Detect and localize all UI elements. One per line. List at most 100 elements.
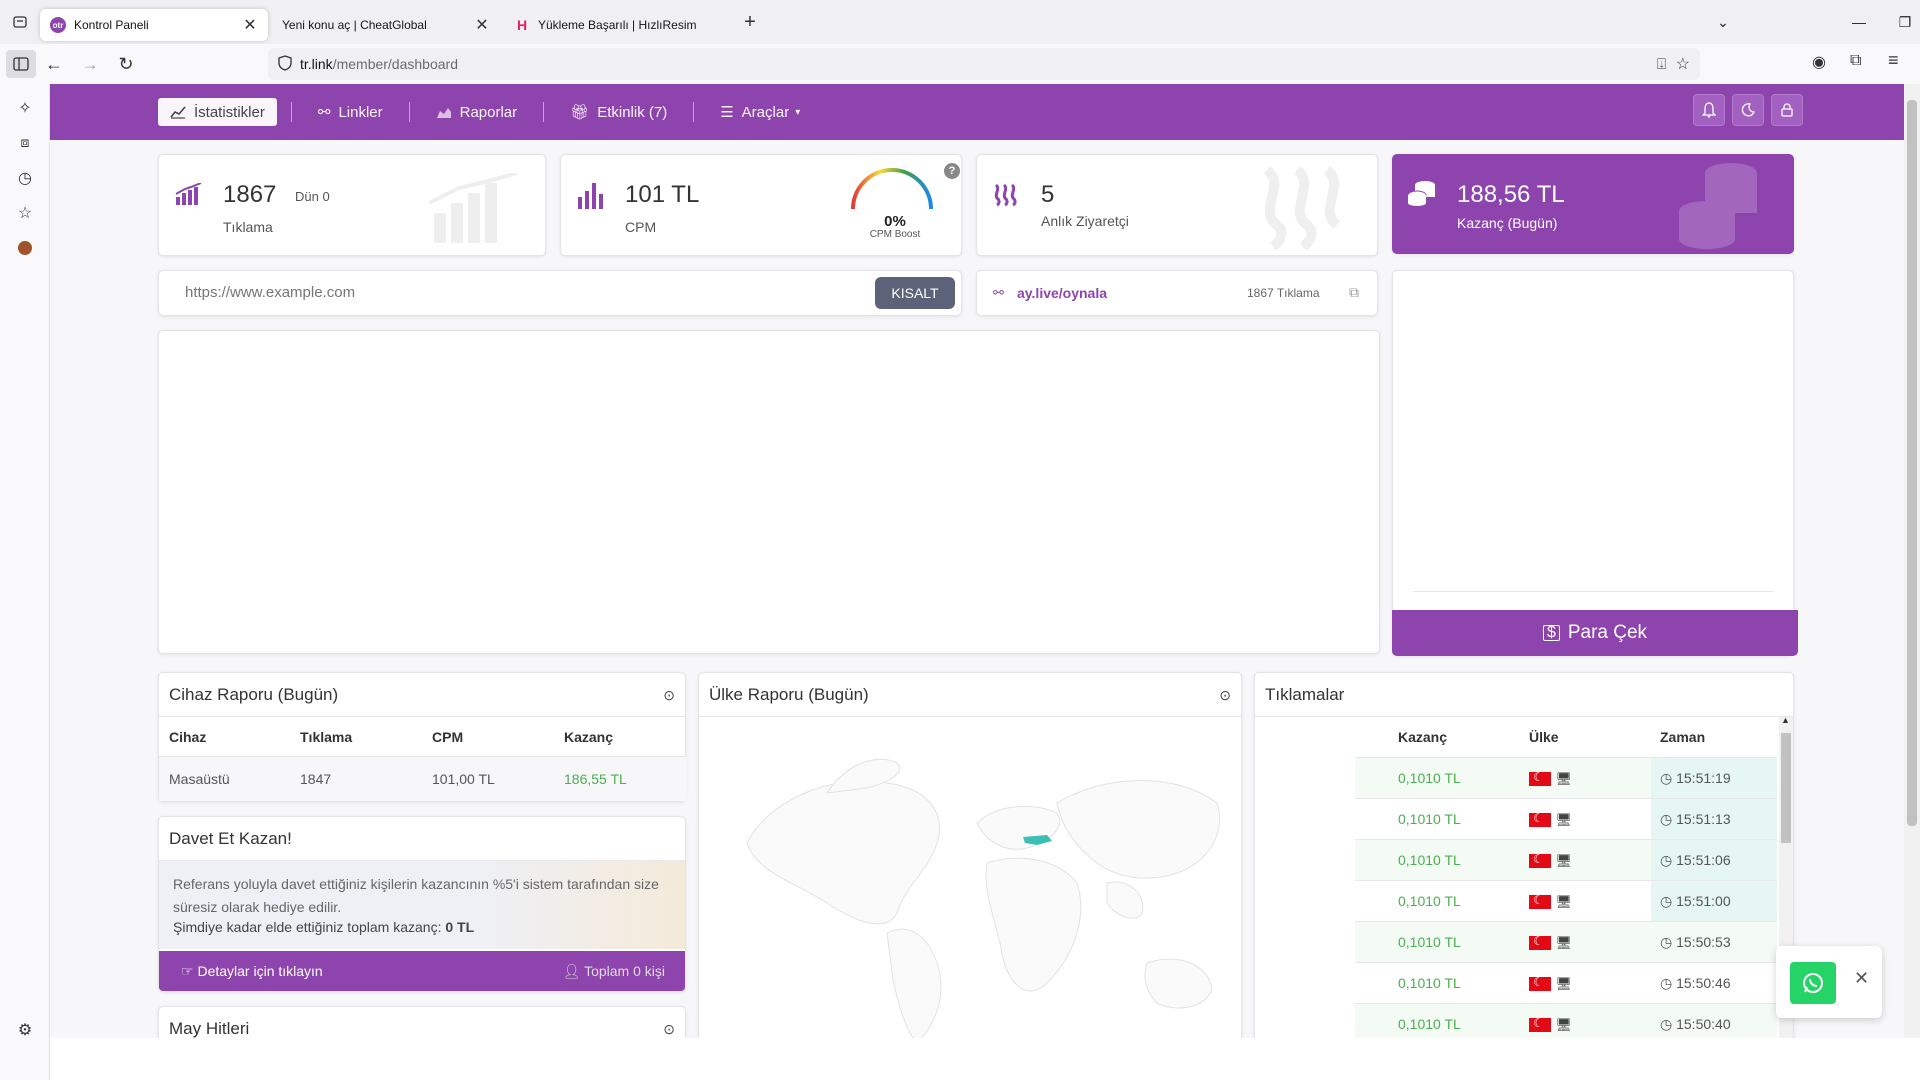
coins-bg-icon [1679, 163, 1757, 249]
extensions-icon[interactable]: ⧉ [1850, 52, 1861, 70]
menu-item-istatistikler[interactable]: İstatistikler [158, 98, 277, 126]
cpm-value: 101 TL [625, 181, 700, 208]
col-header: Cihaz [169, 729, 207, 745]
close-tab-icon[interactable]: ✕ [474, 15, 490, 35]
refresh-icon[interactable]: ⊙ [1219, 687, 1231, 704]
shield-icon [278, 54, 292, 74]
account-icon[interactable]: ◉ [1812, 52, 1826, 72]
visitors-label: Anlık Ziyaretçi [1041, 213, 1129, 229]
user-icon: 👤︎ [562, 963, 585, 979]
cpm-label: CPM [625, 219, 657, 235]
stats-chart-area [158, 330, 1380, 654]
whatsapp-close-icon[interactable]: ✕ [1854, 968, 1869, 989]
time-value: 15:50:46 [1676, 975, 1731, 991]
panel-title: Davet Et Kazan! [169, 829, 292, 848]
country-cell: 🖥︎ [1529, 852, 1572, 870]
refresh-icon[interactable]: ⊙ [663, 1021, 675, 1038]
menu-item-label: İstatistikler [194, 103, 265, 121]
cpm-stat-card: 101 TL CPM ? 0% CPM Boost [560, 154, 962, 256]
close-tab-icon[interactable]: ✕ [242, 15, 258, 35]
desktop-icon: 🖥︎ [1555, 853, 1572, 868]
desktop-icon: 🖥︎ [1555, 894, 1572, 909]
device-cell: Masaüstü [169, 771, 230, 787]
shorten-url-input[interactable] [185, 281, 745, 303]
synced-tabs-icon[interactable]: ⧈ [0, 125, 50, 160]
menu-item-label: Araçlar [741, 103, 790, 121]
url-bar[interactable]: tr.link/member/dashboard ⍗ ☆ [268, 48, 1700, 80]
invite-details-link[interactable]: ☞ Detaylar için tıklayın [181, 963, 323, 980]
browser-tab-hizliresim[interactable]: H Yükleme Başarılı | HızlıResim [504, 9, 732, 41]
page-scrollbar[interactable] [1904, 84, 1920, 1038]
cpm-bar-icon [578, 183, 603, 209]
refresh-icon[interactable]: ⊙ [663, 687, 675, 704]
country-cell: 🖥︎ [1529, 975, 1572, 993]
shorten-button[interactable]: KISALT [875, 277, 955, 309]
history-icon[interactable]: ◷ [0, 160, 50, 195]
ai-chat-icon[interactable]: ✧ [0, 90, 50, 125]
browser-tab-cheatglobal[interactable]: Yeni konu aç | CheatGlobal ✕ [272, 9, 500, 41]
list-all-tabs-icon[interactable]: ⌄ [1700, 14, 1746, 31]
browser-tab-kontrol[interactable]: otr Kontrol Paneli ✕ [40, 9, 268, 41]
forward-icon[interactable]: → [72, 48, 108, 80]
time-cell: ◷ 15:51:00 [1660, 893, 1731, 910]
bookmarks-icon[interactable]: ☆ [0, 195, 50, 230]
country-report-panel: Ülke Raporu (Bugün) ⊙ [698, 672, 1242, 1038]
menu-item-raporlar[interactable]: Raporlar [424, 98, 530, 126]
visitors-bg-icon [1263, 166, 1341, 250]
menu-divider [290, 102, 292, 122]
restore-icon[interactable]: ❐ [1882, 14, 1920, 31]
chevron-down-icon: ▾ [795, 106, 801, 118]
whatsapp-icon [1803, 973, 1823, 993]
back-icon[interactable]: ← [36, 48, 72, 80]
whatsapp-button[interactable] [1790, 962, 1836, 1004]
user-lock-icon[interactable] [1771, 94, 1803, 126]
minimize-icon[interactable]: — [1836, 14, 1882, 30]
earning-cell: 0,1010 TL [1398, 852, 1461, 868]
site-navbar: İstatistikler ⚯ Linkler Raporlar 🎁︎ Etki… [50, 84, 1904, 140]
withdraw-button[interactable]: $ Para Çek [1392, 610, 1798, 656]
menu-item-araclar[interactable]: ☰ Araçlar ▾ [708, 98, 812, 126]
sidebar-settings-icon[interactable]: ⚙ [0, 1012, 50, 1047]
menu-item-etkinlik[interactable]: 🎁︎ Etkinlik (7) [558, 98, 679, 126]
turkey-flag-icon [1529, 811, 1551, 827]
panel-title: Cihaz Raporu (Bugün) [169, 685, 339, 704]
device-report-panel: Cihaz Raporu (Bugün) ⊙ Cihaz Tıklama CPM… [158, 672, 687, 802]
menu-divider [408, 102, 410, 122]
table-row: 0,1010 TL 🖥︎ ◷ 15:51:00 [1355, 880, 1777, 921]
tab-title: Yükleme Başarılı | HızlıResim [538, 18, 697, 32]
clock-icon: ◷ [1660, 770, 1677, 786]
invite-total-value: 0 TL [445, 919, 475, 935]
invite-details-label: Detaylar için tıklayın [197, 963, 323, 979]
page-scrollbar-thumb[interactable] [1907, 100, 1917, 826]
invite-total-row: Şimdiye kadar elde ettiğiniz toplam kaza… [173, 919, 474, 935]
clicks-scrollbar-thumb[interactable] [1781, 733, 1791, 843]
window-controls: ⌄ — ❐ ✕ [1700, 0, 1920, 44]
save-page-icon[interactable]: ⍗ [1657, 56, 1666, 73]
sliders-icon: ☰ [720, 104, 734, 121]
col-header: Kazanç [1398, 729, 1448, 745]
may-hits-panel: May Hitleri ⊙ [158, 1006, 686, 1038]
new-tab-button[interactable]: + [736, 11, 764, 34]
menu-divider [543, 102, 545, 122]
recent-link-url[interactable]: ay.live/oynala [1017, 285, 1107, 301]
bell-icon[interactable] [1693, 94, 1725, 126]
menu-icon[interactable]: ≡ [1888, 50, 1899, 71]
tab-list-icon[interactable] [0, 0, 40, 44]
bookmark-star-icon[interactable]: ☆ [1676, 54, 1690, 74]
scroll-up-icon[interactable]: ▲ [1781, 715, 1790, 725]
tab-favicon-icon: otr [50, 17, 66, 33]
cookie-extension-icon[interactable] [0, 230, 50, 265]
menu-item-label: Linkler [338, 103, 383, 121]
reload-icon[interactable]: ↻ [108, 48, 144, 80]
menu-item-label: Raporlar [459, 103, 518, 121]
cpm-help-icon[interactable]: ? [944, 163, 960, 179]
earning-cell: 0,1010 TL [1398, 893, 1461, 909]
url-path: /member/dashboard [332, 56, 458, 72]
country-cell: 🖥︎ [1529, 770, 1572, 788]
menu-item-linkler[interactable]: ⚯ Linkler [306, 98, 395, 126]
dark-mode-moon-icon[interactable] [1732, 94, 1764, 126]
table-row: 0,1010 TL 🖥︎ ◷ 15:51:13 [1355, 798, 1777, 839]
invite-total-label: Şimdiye kadar elde ettiğiniz toplam kaza… [173, 919, 442, 935]
sidebar-toggle-icon[interactable] [6, 50, 36, 78]
copy-icon[interactable]: ⧉ [1349, 284, 1359, 301]
